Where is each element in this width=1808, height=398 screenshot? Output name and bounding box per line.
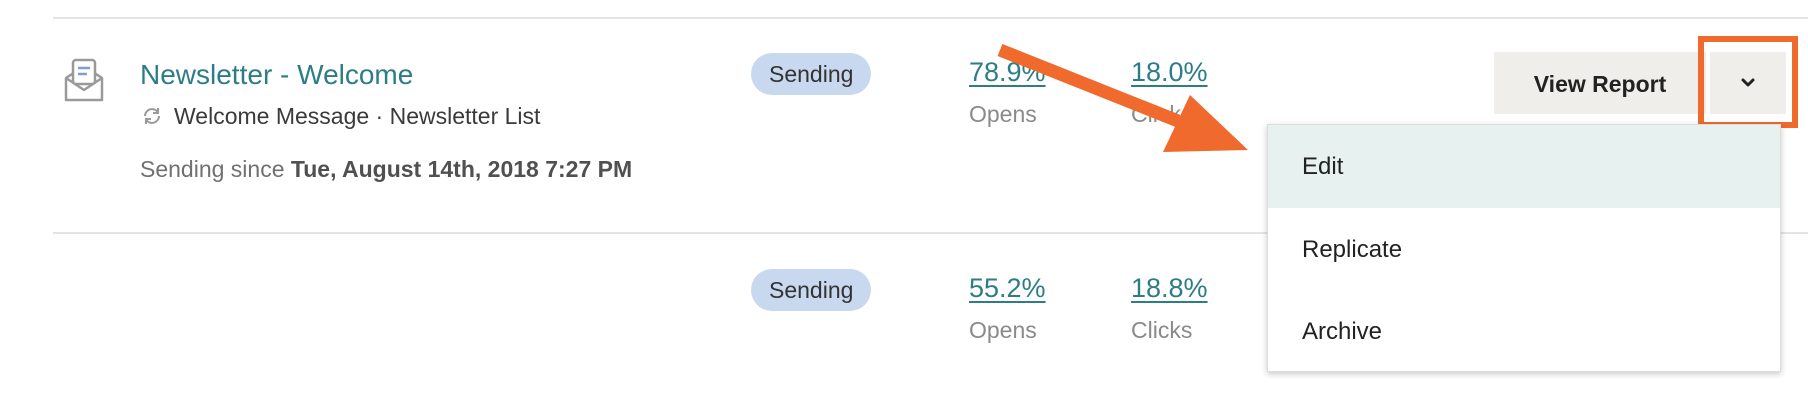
annotation-highlight-box (1698, 36, 1798, 128)
refresh-icon (144, 108, 160, 124)
menu-item-replicate[interactable]: Replicate (1268, 208, 1780, 291)
clicks-label: Clicks (1131, 101, 1193, 127)
row-divider-top (53, 17, 1808, 19)
clicks-rate-link[interactable]: 18.0% (1131, 56, 1208, 88)
clicks-label: Clicks (1131, 317, 1193, 343)
opens-label: Opens (969, 101, 1037, 127)
opens-label: Opens (969, 317, 1037, 343)
sending-since: Sending since Tue, August 14th, 2018 7:2… (140, 155, 632, 183)
status-badge: Sending (751, 269, 872, 311)
status-badge: Sending (751, 53, 872, 95)
menu-item-archive[interactable]: Archive (1268, 290, 1780, 373)
opens-rate-link[interactable]: 55.2% (969, 272, 1046, 304)
email-campaign-icon (64, 58, 104, 102)
view-report-button[interactable]: View Report (1494, 52, 1706, 114)
campaign-title-link[interactable]: Newsletter - Welcome (140, 58, 413, 92)
campaign-list: Newsletter - Welcome Welcome Message · N… (0, 0, 1808, 398)
menu-item-edit[interactable]: Edit (1268, 125, 1780, 208)
sending-since-date: Tue, August 14th, 2018 7:27 PM (290, 156, 633, 182)
campaign-subtitle: Welcome Message · Newsletter List (140, 102, 540, 130)
campaign-subtitle-text: Welcome Message · Newsletter List (174, 103, 541, 129)
clicks-rate-link[interactable]: 18.8% (1131, 272, 1208, 304)
sending-since-prefix: Sending since (140, 156, 291, 182)
opens-rate-link[interactable]: 78.9% (969, 56, 1046, 88)
actions-dropdown-menu: Edit Replicate Archive (1267, 124, 1781, 372)
